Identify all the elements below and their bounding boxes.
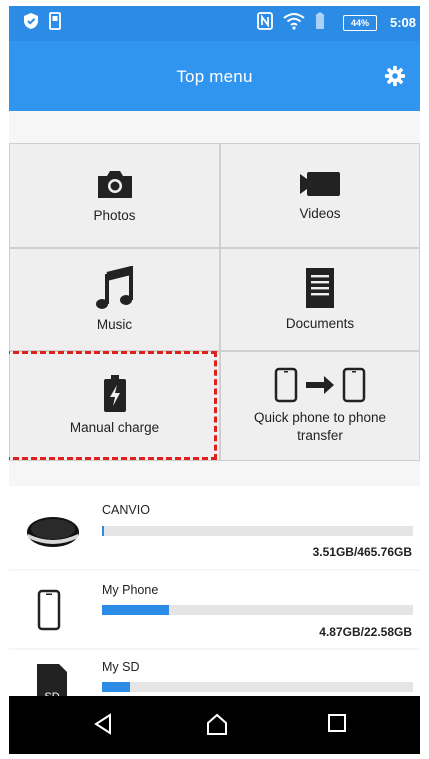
- battery-status-icon: [316, 12, 324, 29]
- photos-tile[interactable]: Photos: [10, 144, 219, 247]
- music-tile[interactable]: Music: [10, 249, 219, 350]
- storage-item-canvio[interactable]: CANVIO 3.51GB/465.76GB: [9, 486, 420, 569]
- document-icon: [306, 267, 334, 308]
- home-icon[interactable]: [205, 713, 229, 735]
- phone-transfer-icon: [274, 367, 366, 403]
- phone-icon: [37, 589, 61, 631]
- storage-usage: 3.51GB/465.76GB: [312, 545, 412, 559]
- menu-grid: Photos Videos Music Documents Manual cha…: [9, 143, 420, 461]
- back-icon[interactable]: [93, 713, 113, 735]
- recents-icon[interactable]: [327, 713, 347, 733]
- tile-label: Manual charge: [69, 420, 160, 435]
- storage-bar: [102, 526, 413, 536]
- storage-item-my-phone[interactable]: My Phone 4.87GB/22.58GB: [9, 571, 420, 648]
- wifi-icon: [283, 13, 305, 30]
- storage-bar-fill: [102, 526, 105, 536]
- nfc-icon: [257, 12, 273, 30]
- storage-item-my-sd[interactable]: SD My SD: [9, 650, 420, 700]
- gear-icon[interactable]: [384, 65, 406, 87]
- battery-percent: 44%: [343, 15, 377, 31]
- manual-charge-tile[interactable]: Manual charge: [10, 352, 219, 460]
- storage-name: My Phone: [102, 583, 159, 597]
- storage-bar: [102, 682, 413, 692]
- status-bar: 44% 5:08: [9, 6, 420, 41]
- tile-label: Documents: [285, 315, 355, 331]
- phone-transfer-tile[interactable]: Quick phone to phone transfer: [221, 352, 419, 460]
- storage-usage: 4.87GB/22.58GB: [319, 625, 412, 639]
- camera-icon: [97, 170, 132, 198]
- storage-name: CANVIO: [102, 503, 150, 517]
- screen: 44% 5:08 Top menu Photos Videos Music Do…: [9, 6, 420, 754]
- storage-bar-fill: [102, 605, 170, 615]
- status-time: 5:08: [389, 15, 416, 30]
- videos-tile[interactable]: Videos: [221, 144, 419, 247]
- navigation-bar: [9, 696, 420, 754]
- tile-label: Music: [96, 316, 133, 332]
- sd-card-icon: SD: [37, 664, 67, 700]
- app-bar: Top menu: [9, 41, 420, 111]
- video-camera-icon: [300, 171, 340, 196]
- storage-bar-fill: [102, 682, 130, 692]
- storage-name: My SD: [102, 660, 140, 674]
- tile-label: Quick phone to phone transfer: [253, 410, 387, 443]
- music-note-icon: [95, 265, 133, 309]
- shield-icon: [24, 13, 38, 29]
- sim-card-icon: [49, 12, 61, 30]
- tile-label: Videos: [299, 205, 341, 221]
- external-drive-icon: [27, 517, 79, 547]
- storage-bar: [102, 605, 413, 615]
- tile-label: Photos: [93, 207, 136, 223]
- page-title: Top menu: [176, 67, 253, 86]
- battery-charge-icon: [103, 375, 126, 412]
- documents-tile[interactable]: Documents: [221, 249, 419, 350]
